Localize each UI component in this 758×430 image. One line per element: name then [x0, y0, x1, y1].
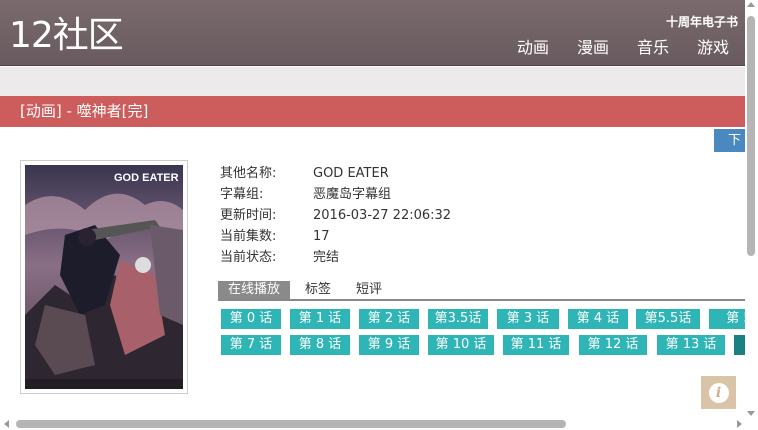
- episode-button[interactable]: 第 0 话: [221, 309, 281, 329]
- nav-item-anime[interactable]: 动画: [517, 38, 549, 58]
- info-value: 完结: [313, 250, 340, 265]
- info-row-episode-count: 当前集数: 17: [220, 226, 451, 247]
- scroll-up-arrow-icon[interactable]: [747, 2, 755, 7]
- episode-button[interactable]: [734, 335, 745, 355]
- info-label: 更新时间:: [220, 208, 277, 223]
- info-label: 当前集数:: [220, 229, 277, 244]
- info-icon: i: [708, 382, 729, 403]
- info-row-updated: 更新时间: 2016-03-27 22:06:32: [220, 205, 451, 226]
- episode-button[interactable]: 第 3 话: [497, 309, 559, 329]
- info-value: 17: [313, 229, 330, 244]
- episode-button[interactable]: 第5.5话: [636, 309, 700, 329]
- nav-item-music[interactable]: 音乐: [637, 38, 669, 58]
- vertical-scroll-thumb[interactable]: [747, 16, 755, 256]
- scroll-down-arrow-icon[interactable]: [747, 411, 755, 416]
- info-label: 其他名称:: [220, 166, 277, 181]
- info-value: 2016-03-27 22:06:32: [313, 208, 452, 223]
- scroll-right-arrow-icon[interactable]: [737, 420, 742, 428]
- episode-button[interactable]: 第 4 话: [568, 309, 628, 329]
- main-nav: 动画 漫画 音乐 游戏: [489, 38, 729, 58]
- info-row-fansub: 字幕组: 恶魔岛字幕组: [220, 184, 451, 205]
- episode-button[interactable]: 第 11 话: [503, 335, 569, 355]
- tab-online-play[interactable]: 在线播放: [218, 281, 291, 299]
- cover-logo-text: GOD EATER: [114, 172, 179, 184]
- episode-button[interactable]: 第3.5话: [428, 309, 488, 329]
- episode-button[interactable]: 第 9 话: [359, 335, 419, 355]
- nav-item-manga[interactable]: 漫画: [577, 38, 609, 58]
- info-value: 恶魔岛字幕组: [313, 187, 392, 202]
- episode-button[interactable]: 第 12 话: [579, 335, 647, 355]
- horizontal-scrollbar[interactable]: [0, 418, 758, 430]
- tab-tags[interactable]: 标签: [295, 281, 341, 299]
- page-title: [动画] - 噬神者[完]: [0, 96, 745, 127]
- episode-button[interactable]: 第 13 话: [657, 335, 725, 355]
- episode-button[interactable]: 第 2 话: [359, 309, 419, 329]
- scroll-left-arrow-icon[interactable]: [4, 420, 9, 428]
- vertical-scrollbar[interactable]: [745, 0, 758, 418]
- download-button[interactable]: 下载: [714, 129, 745, 152]
- info-row-alias: 其他名称: GOD EATER: [220, 163, 451, 184]
- episode-button[interactable]: 第 8 话: [290, 335, 350, 355]
- site-logo[interactable]: 12社区: [9, 14, 124, 58]
- anime-info: 其他名称: GOD EATER 字幕组: 恶魔岛字幕组 更新时间: 2016-0…: [220, 163, 451, 268]
- info-button[interactable]: i: [701, 376, 736, 409]
- info-label: 当前状态:: [220, 250, 277, 265]
- tab-reviews[interactable]: 短评: [346, 281, 392, 299]
- horizontal-scroll-thumb[interactable]: [16, 420, 566, 428]
- content-tabs: 在线播放 标签 短评: [218, 281, 745, 301]
- ebook-link[interactable]: 十周年电子书: [666, 13, 738, 30]
- site-header: 12社区 十周年电子书 动画 漫画 音乐 游戏: [0, 0, 745, 66]
- episode-button[interactable]: 第 5: [709, 309, 745, 329]
- episode-button[interactable]: 第 10 话: [428, 335, 494, 355]
- header-spacer: [0, 67, 745, 96]
- episode-button[interactable]: 第 7 话: [221, 335, 281, 355]
- nav-item-games[interactable]: 游戏: [697, 38, 729, 58]
- info-value: GOD EATER: [313, 166, 389, 181]
- cover-image[interactable]: GOD EATER: [20, 160, 188, 394]
- episode-button[interactable]: 第 1 话: [290, 309, 350, 329]
- info-label: 字幕组:: [220, 187, 264, 202]
- cover-artwork: GOD EATER: [25, 165, 183, 389]
- episode-list: 第 0 话 第 1 话 第 2 话 第3.5话 第 3 话 第 4 话 第5.5…: [221, 309, 745, 359]
- info-row-status: 当前状态: 完结: [220, 247, 451, 268]
